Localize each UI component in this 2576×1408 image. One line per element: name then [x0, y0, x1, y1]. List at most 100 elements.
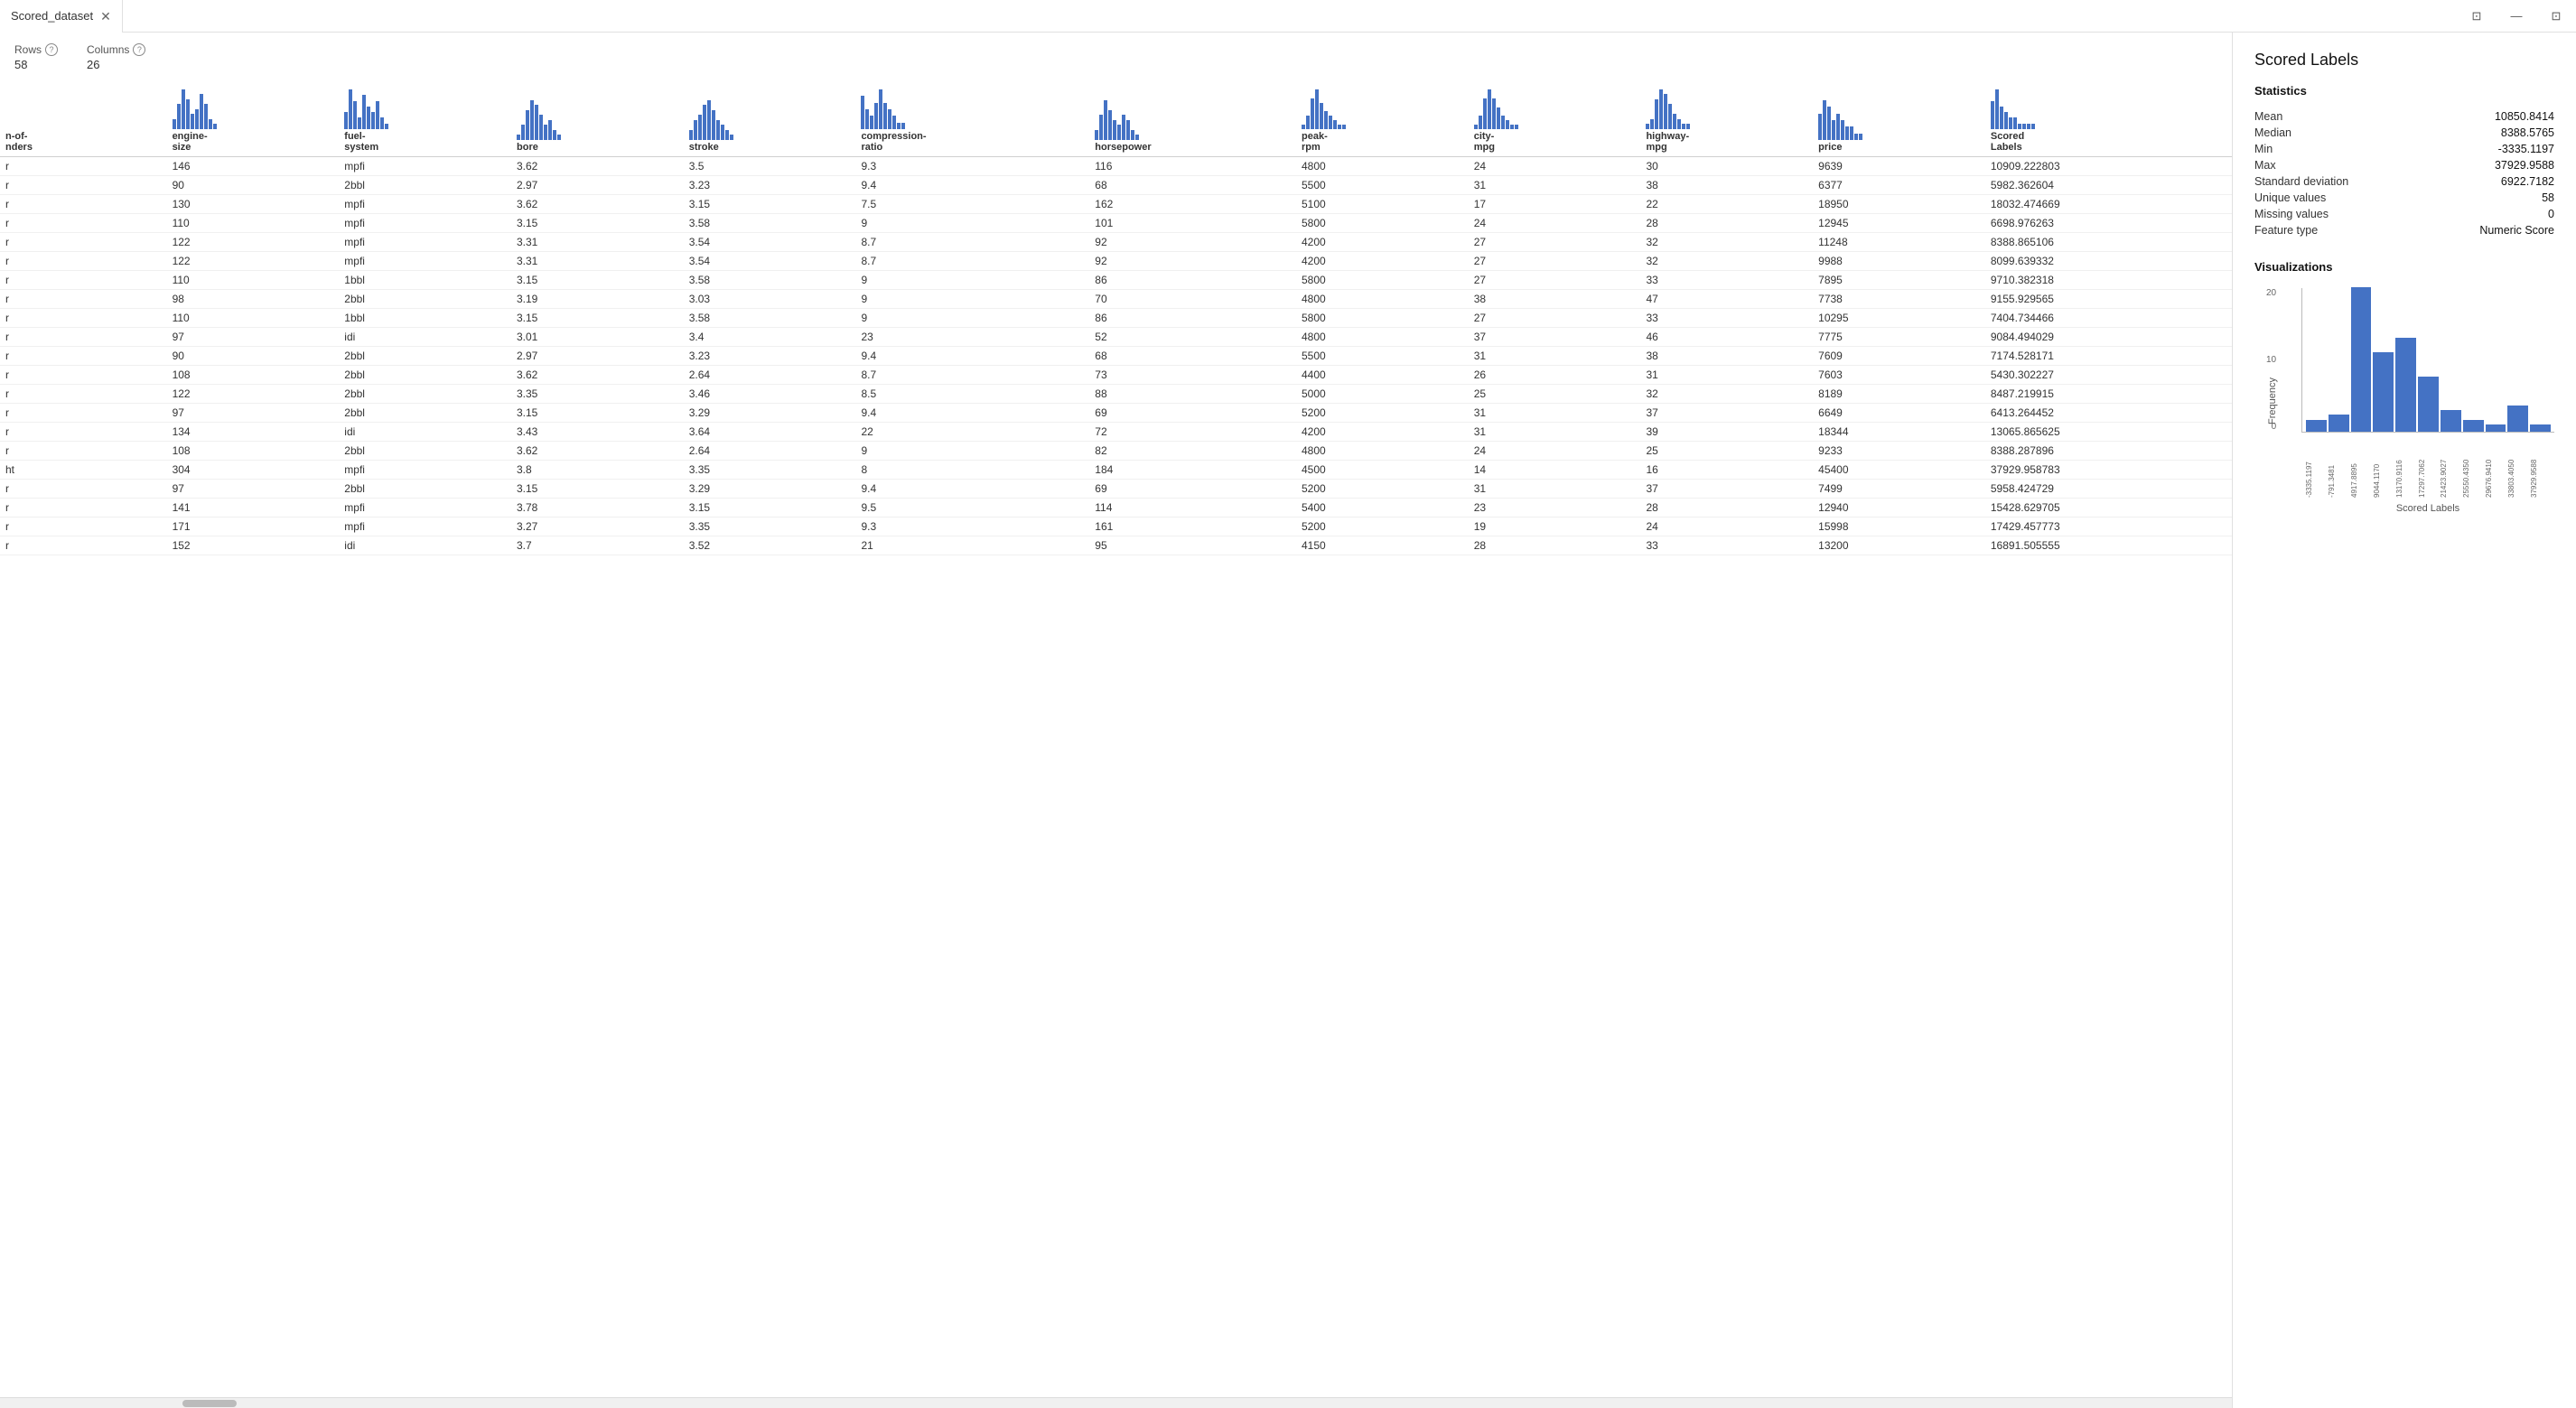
stat-value: 0	[2420, 206, 2554, 222]
cols-label: Columns ?	[87, 43, 145, 56]
table-cell: 141	[167, 499, 340, 518]
table-cell: 3.62	[511, 157, 684, 176]
table-cell: 38	[1469, 290, 1641, 309]
table-cell: 6698.976263	[1985, 214, 2232, 233]
col-header-scored-labels[interactable]: Scored Labels	[1985, 79, 2232, 157]
col-header-stroke[interactable]: stroke	[684, 79, 856, 157]
minimize-button[interactable]: —	[2497, 0, 2536, 33]
table-cell: 9.3	[855, 518, 1089, 536]
table-row[interactable]: r1101bbl3.153.5898658002733102957404.734…	[0, 309, 2232, 328]
col-header-peak-rpm[interactable]: peak- rpm	[1296, 79, 1469, 157]
table-row[interactable]: r972bbl3.153.299.4695200313774995958.424…	[0, 480, 2232, 499]
col-header-price[interactable]: price	[1813, 79, 1985, 157]
table-cell: 6649	[1813, 404, 1985, 423]
table-cell: 3.7	[511, 536, 684, 555]
table-cell: 37929.958783	[1985, 461, 2232, 480]
table-cell: mpfi	[339, 157, 511, 176]
hist-bar-7	[2463, 420, 2484, 432]
table-cell: 52	[1089, 328, 1296, 347]
table-row[interactable]: r902bbl2.973.239.4685500313876097174.528…	[0, 347, 2232, 366]
table-row[interactable]: r130mpfi3.623.157.5162510017221895018032…	[0, 195, 2232, 214]
table-row[interactable]: r1222bbl3.353.468.5885000253281898487.21…	[0, 385, 2232, 404]
table-cell: 122	[167, 385, 340, 404]
table-row[interactable]: r1082bbl3.622.648.7734400263176035430.30…	[0, 366, 2232, 385]
hist-x-label-5: 17297.7062	[2418, 434, 2439, 498]
table-row[interactable]: r1101bbl3.153.589865800273378959710.3823…	[0, 271, 2232, 290]
table-cell: 3.27	[511, 518, 684, 536]
table-cell: 9	[855, 309, 1089, 328]
table-cell: 98	[167, 290, 340, 309]
table-cell: 3.58	[684, 214, 856, 233]
table-cell: 5200	[1296, 404, 1469, 423]
table-cell: 9.4	[855, 176, 1089, 195]
table-cell: 8.7	[855, 252, 1089, 271]
table-cell: 27	[1469, 233, 1641, 252]
title-bar: Scored_dataset ✕ ⊡ — ⊡	[0, 0, 2576, 33]
table-cell: 31	[1469, 404, 1641, 423]
table-row[interactable]: r1082bbl3.622.649824800242592338388.2878…	[0, 442, 2232, 461]
cols-info-icon[interactable]: ?	[133, 43, 145, 56]
stat-value: 8388.5765	[2420, 125, 2554, 141]
table-cell: 5800	[1296, 309, 1469, 328]
horizontal-scrollbar[interactable]	[0, 1397, 2232, 1408]
table-cell: 2.64	[684, 442, 856, 461]
table-cell: 162	[1089, 195, 1296, 214]
table-cell: 3.23	[684, 176, 856, 195]
table-row[interactable]: r110mpfi3.153.58910158002428129456698.97…	[0, 214, 2232, 233]
stat-label: Unique values	[2254, 190, 2420, 206]
table-row[interactable]: r972bbl3.153.299.4695200313766496413.264…	[0, 404, 2232, 423]
table-cell: 3.35	[684, 461, 856, 480]
maximize-button[interactable]: ⊡	[2536, 0, 2576, 33]
table-row[interactable]: r171mpfi3.273.359.3161520019241599817429…	[0, 518, 2232, 536]
table-cell: 3.5	[684, 157, 856, 176]
table-row[interactable]: r141mpfi3.783.159.5114540023281294015428…	[0, 499, 2232, 518]
col-header-compression-ratio[interactable]: compression- ratio	[855, 79, 1089, 157]
table-cell: 27	[1469, 271, 1641, 290]
table-row[interactable]: r122mpfi3.313.548.7924200273299888099.63…	[0, 252, 2232, 271]
hist-x-label-3: 9044.1170	[2373, 434, 2394, 498]
stat-value: 10850.8414	[2420, 108, 2554, 125]
hist-bar-1	[2329, 415, 2349, 432]
statistics-table: Mean10850.8414Median8388.5765Min-3335.11…	[2254, 108, 2554, 238]
col-header-bore[interactable]: bore	[511, 79, 684, 157]
table-row[interactable]: r152idi3.73.522195415028331320016891.505…	[0, 536, 2232, 555]
table-row[interactable]: r902bbl2.973.239.4685500313863775982.362…	[0, 176, 2232, 195]
table-cell: r	[0, 309, 167, 328]
restore-button[interactable]: ⊡	[2457, 0, 2497, 33]
table-row[interactable]: r982bbl3.193.039704800384777389155.92956…	[0, 290, 2232, 309]
table-cell: 10295	[1813, 309, 1985, 328]
table-cell: 9639	[1813, 157, 1985, 176]
table-wrapper[interactable]: n-of- ndersengine- sizefuel- systembores…	[0, 79, 2232, 1397]
table-cell: r	[0, 290, 167, 309]
table-row[interactable]: r122mpfi3.313.548.79242002732112488388.8…	[0, 233, 2232, 252]
table-cell: 2bbl	[339, 385, 511, 404]
table-row[interactable]: r134idi3.433.642272420031391834413065.86…	[0, 423, 2232, 442]
col-header-horsepower[interactable]: horsepower	[1089, 79, 1296, 157]
hist-bar-4	[2395, 338, 2416, 432]
col-header-fuel-system[interactable]: fuel- system	[339, 79, 511, 157]
scrollbar-thumb[interactable]	[182, 1400, 237, 1407]
col-header-num-of-cylinders[interactable]: n-of- nders	[0, 79, 167, 157]
table-cell: 37	[1640, 480, 1813, 499]
table-cell: 3.35	[511, 385, 684, 404]
col-header-engine-size[interactable]: engine- size	[167, 79, 340, 157]
stat-value: 37929.9588	[2420, 157, 2554, 173]
table-row[interactable]: r97idi3.013.423524800374677759084.494029	[0, 328, 2232, 347]
table-cell: 9.4	[855, 404, 1089, 423]
table-row[interactable]: ht304mpfi3.83.358184450014164540037929.9…	[0, 461, 2232, 480]
table-cell: 3.62	[511, 442, 684, 461]
main-container: Rows ? 58 Columns ? 26 n-of- ndersengine…	[0, 33, 2576, 1408]
table-row[interactable]: r146mpfi3.623.59.311648002430963910909.2…	[0, 157, 2232, 176]
tab-close-icon[interactable]: ✕	[100, 10, 111, 23]
table-cell: 73	[1089, 366, 1296, 385]
col-header-city-mpg[interactable]: city- mpg	[1469, 79, 1641, 157]
table-cell: 15998	[1813, 518, 1985, 536]
table-cell: 46	[1640, 328, 1813, 347]
dataset-tab[interactable]: Scored_dataset ✕	[0, 0, 123, 33]
rows-info-icon[interactable]: ?	[45, 43, 58, 56]
table-cell: 110	[167, 271, 340, 290]
table-cell: r	[0, 480, 167, 499]
table-cell: 114	[1089, 499, 1296, 518]
col-header-highway-mpg[interactable]: highway- mpg	[1640, 79, 1813, 157]
hist-bar-9	[2507, 406, 2528, 432]
